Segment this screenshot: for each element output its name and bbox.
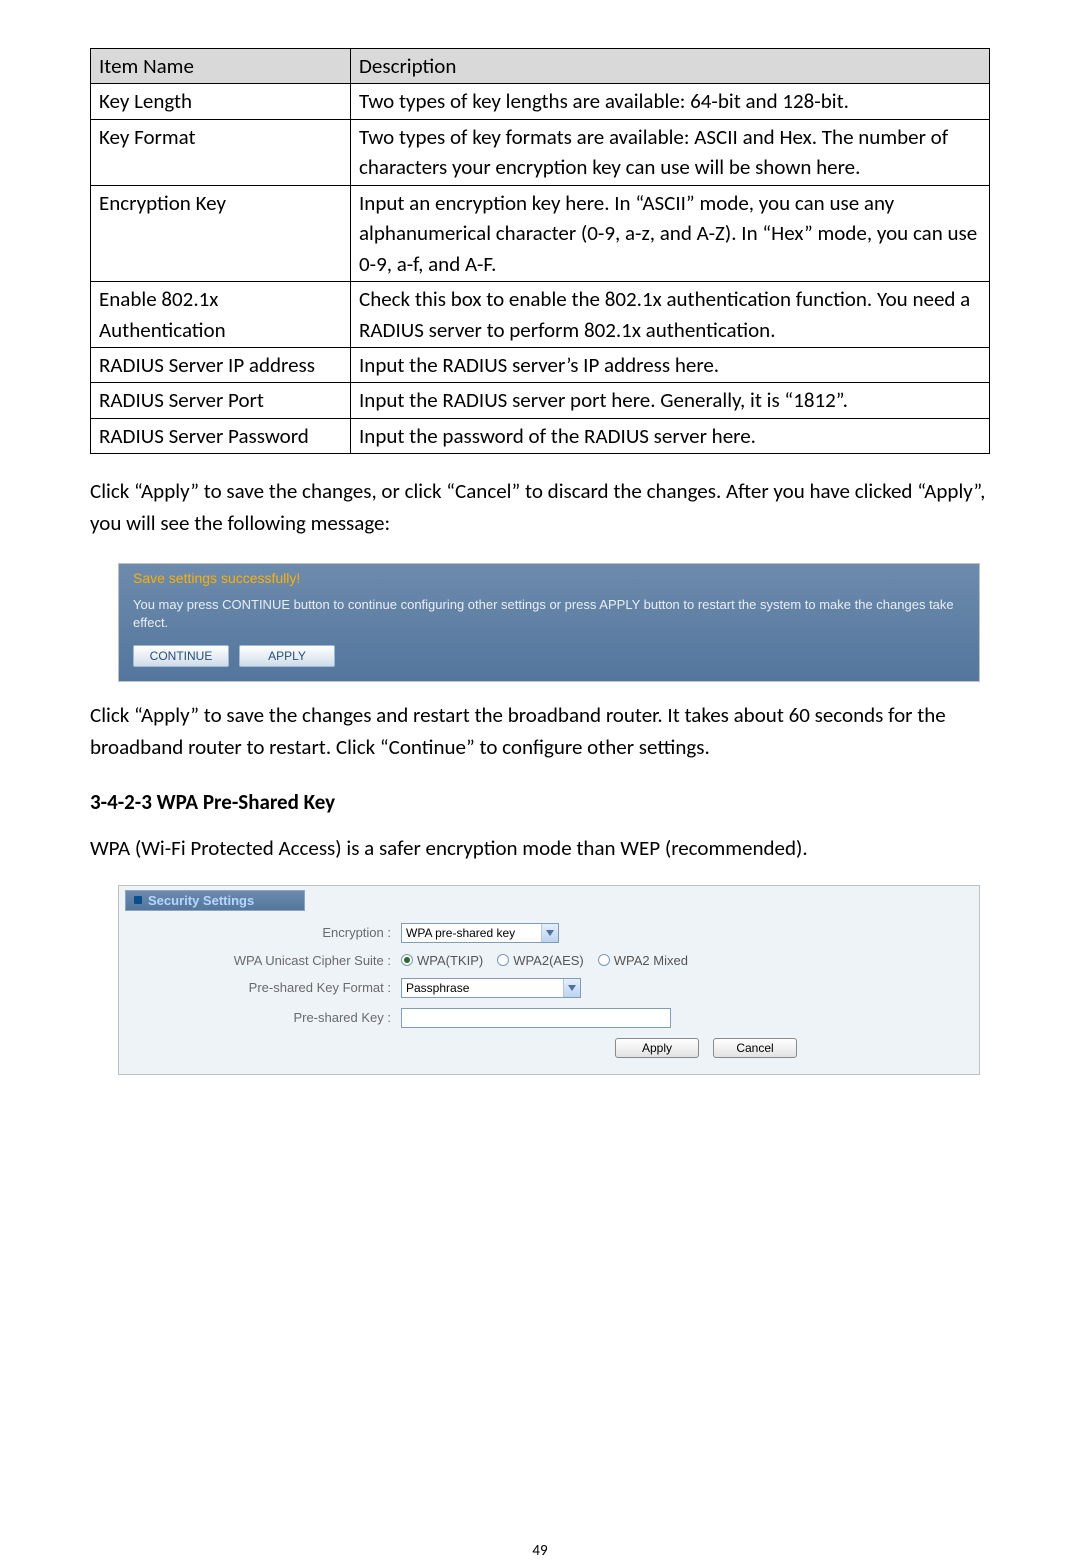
radio-icon [497, 954, 509, 966]
preshared-key-label: Pre-shared Key : [141, 1010, 391, 1025]
paragraph-restart: Click “Apply” to save the changes and re… [90, 700, 990, 763]
preshared-format-select[interactable]: Passphrase [401, 978, 581, 998]
security-apply-button[interactable]: Apply [615, 1038, 699, 1058]
radio-icon [598, 954, 610, 966]
table-header-item: Item Name [91, 49, 351, 84]
item-description: Check this box to enable the 802.1x auth… [351, 282, 990, 348]
item-description-table: Item Name Description Key Length Two typ… [90, 48, 990, 454]
cipher-label: WPA(TKIP) [417, 953, 483, 968]
cipher-label: WPA2(AES) [513, 953, 584, 968]
bullet-icon [134, 896, 142, 904]
table-row: Encryption Key Input an encryption key h… [91, 185, 990, 281]
security-settings-title: Security Settings [148, 893, 254, 908]
paragraph-apply-cancel: Click “Apply” to save the changes, or cl… [90, 476, 990, 539]
table-row: RADIUS Server IP address Input the RADIU… [91, 347, 990, 382]
chevron-down-icon [541, 924, 558, 942]
save-settings-panel: Save settings successfully! You may pres… [118, 563, 980, 682]
encryption-value: WPA pre-shared key [406, 926, 515, 940]
save-settings-message: You may press CONTINUE button to continu… [133, 596, 969, 631]
item-description: Input the RADIUS server port here. Gener… [351, 383, 990, 418]
table-row: Enable 802.1x Authentication Check this … [91, 282, 990, 348]
item-description: Two types of key lengths are available: … [351, 84, 990, 119]
item-name: RADIUS Server Port [91, 383, 351, 418]
page-number: 49 [90, 1542, 990, 1560]
table-row: RADIUS Server Port Input the RADIUS serv… [91, 383, 990, 418]
item-name: Encryption Key [91, 185, 351, 281]
security-settings-panel: Security Settings Encryption : WPA pre-s… [118, 885, 980, 1075]
preshared-format-label: Pre-shared Key Format : [141, 980, 391, 995]
cipher-suite-label: WPA Unicast Cipher Suite : [141, 953, 391, 968]
item-name: Enable 802.1x Authentication [91, 282, 351, 348]
item-description: Input the RADIUS server’s IP address her… [351, 347, 990, 382]
preshared-format-value: Passphrase [406, 981, 469, 995]
item-description: Input an encryption key here. In “ASCII”… [351, 185, 990, 281]
continue-button[interactable]: CONTINUE [133, 645, 229, 667]
encryption-label: Encryption : [141, 925, 391, 940]
cipher-option-wpa-tkip[interactable]: WPA(TKIP) [401, 953, 483, 968]
cipher-label: WPA2 Mixed [614, 953, 688, 968]
item-name: Key Format [91, 119, 351, 185]
item-name: Key Length [91, 84, 351, 119]
item-description: Two types of key formats are available: … [351, 119, 990, 185]
table-row: RADIUS Server Password Input the passwor… [91, 418, 990, 453]
cipher-option-wpa2-mixed[interactable]: WPA2 Mixed [598, 953, 688, 968]
cipher-option-wpa2-aes[interactable]: WPA2(AES) [497, 953, 584, 968]
item-description: Input the password of the RADIUS server … [351, 418, 990, 453]
paragraph-wpa-intro: WPA (Wi-Fi Protected Access) is a safer … [90, 833, 990, 865]
chevron-down-icon [563, 979, 580, 997]
apply-button[interactable]: APPLY [239, 645, 335, 667]
table-row: Key Length Two types of key lengths are … [91, 84, 990, 119]
table-header-description: Description [351, 49, 990, 84]
security-settings-header: Security Settings [125, 890, 305, 911]
item-name: RADIUS Server IP address [91, 347, 351, 382]
security-cancel-button[interactable]: Cancel [713, 1038, 797, 1058]
table-row: Key Format Two types of key formats are … [91, 119, 990, 185]
section-heading-wpa-psk: 3-4-2-3 WPA Pre-Shared Key [90, 789, 990, 815]
preshared-key-input[interactable] [401, 1008, 671, 1028]
encryption-select[interactable]: WPA pre-shared key [401, 923, 559, 943]
save-settings-title: Save settings successfully! [133, 570, 969, 586]
radio-icon [401, 954, 413, 966]
item-name: RADIUS Server Password [91, 418, 351, 453]
